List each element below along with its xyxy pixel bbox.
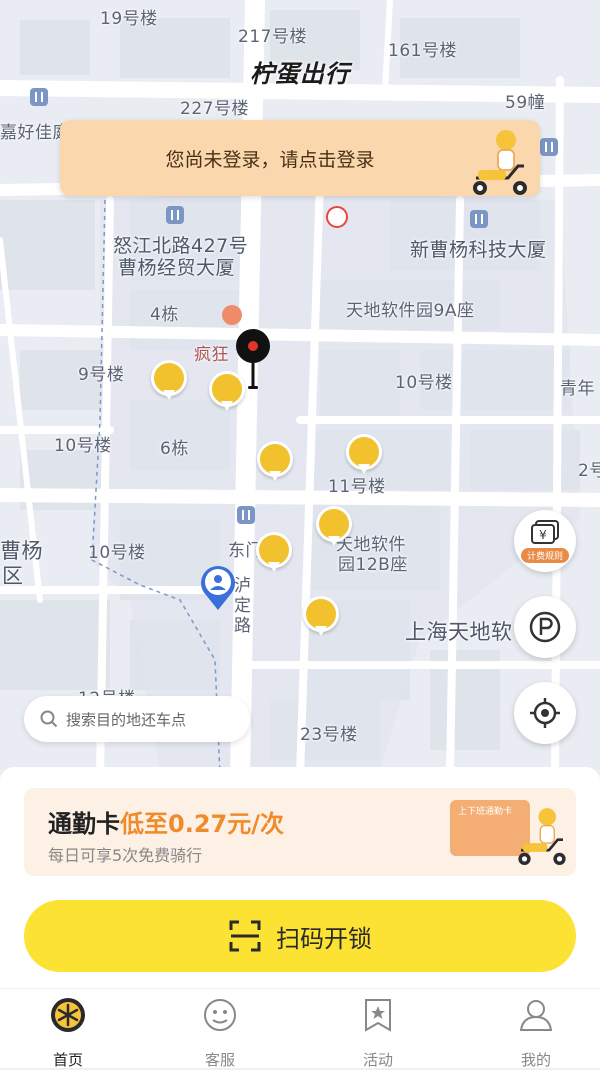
search-placeholder: 搜索目的地还车点 [66,711,187,729]
promo-highlight: 低至0.27元/次 [120,810,284,838]
tab-service[interactable]: 客服 [170,995,270,1069]
map-label: 9号楼 [78,365,125,385]
bike-marker[interactable] [346,434,382,478]
map-label: 上海天地软 [405,620,513,644]
locate-button[interactable] [514,682,576,744]
fee-rules-label: 计费规则 [520,547,569,563]
map-base [0,0,600,775]
map-label: 23号楼 [300,725,358,745]
map-view[interactable]: 19号楼 217号楼 161号楼 227号楼 59幢 嘉好佳庭 怒江北路427号… [0,0,600,775]
scooter-rider-icon [518,808,566,865]
tab-activity[interactable]: 活动 [328,995,428,1069]
building-icon [166,206,184,224]
destination-search-input[interactable]: 搜索目的地还车点 [24,696,250,742]
location-target-icon [236,329,270,389]
parking-icon [529,611,561,643]
map-label: 10号楼 [54,436,112,456]
bike-marker[interactable] [316,506,352,550]
bus-icon [540,138,558,156]
scan-unlock-label: 扫码开锁 [276,924,372,953]
map-label: 59幢 [505,93,546,113]
search-icon [40,710,58,728]
gas-station-icon [326,206,348,228]
commuter-card-promo[interactable]: 通勤卡低至0.27元/次 每日可享5次免费骑行 上下班通勤卡 [24,788,576,876]
fee-rules-button[interactable]: ¥ 计费规则 [514,510,576,572]
fee-icon: ¥ [531,519,559,544]
building-icon [30,88,48,106]
profile-icon [519,1000,553,1031]
service-icon [204,999,236,1031]
scan-icon [229,920,261,952]
map-label: 天地软件园9A座 [346,301,475,321]
login-prompt: 您尚未登录，请点击登录 [165,149,375,171]
road-label: 泸定路 [234,576,252,636]
map-label: 4栋 [150,305,179,325]
login-banner[interactable]: 您尚未登录，请点击登录 [60,120,540,196]
bottom-tab-bar: 首页 客服 活动 我的 [0,988,600,1069]
scooter-rider-icon [473,130,527,195]
parking-button[interactable] [514,596,576,658]
home-icon [51,998,85,1032]
bike-marker[interactable] [256,532,292,576]
map-label: 217号楼 [238,27,307,47]
svg-text:¥: ¥ [539,528,547,542]
app-logo: 柠蛋出行 [250,60,350,88]
tab-home[interactable]: 首页 [18,995,118,1069]
map-label: 227号楼 [180,99,249,119]
gate-icon [237,506,255,524]
map-label: 曹杨经贸大厦 [118,257,236,279]
promo-title: 通勤卡低至0.27元/次 [48,810,284,838]
user-location-icon [201,565,235,610]
map-label: 怒江北路427号 [113,235,249,257]
bike-marker[interactable] [303,596,339,640]
map-label: 10号楼 [88,543,146,563]
map-label: 区 [2,564,24,588]
map-label: 19号楼 [100,9,158,29]
scan-unlock-button[interactable]: 扫码开锁 [24,900,576,972]
map-label: 园12B座 [338,555,408,575]
map-label: 2号 [578,461,600,481]
map-label: 新曹杨科技大厦 [410,239,547,261]
restaurant-icon [222,305,242,325]
map-label: 6栋 [160,439,189,459]
tab-profile[interactable]: 我的 [486,995,586,1069]
activity-icon [365,999,391,1032]
map-label: 疯狂 [194,345,229,365]
locate-icon [530,698,560,728]
bike-marker[interactable] [257,441,293,485]
bike-marker[interactable] [151,360,187,404]
map-label: 青年 [560,379,595,399]
map-label: 10号楼 [395,373,453,393]
promo-subtitle: 每日可享5次免费骑行 [48,846,203,865]
building-icon [470,210,488,228]
